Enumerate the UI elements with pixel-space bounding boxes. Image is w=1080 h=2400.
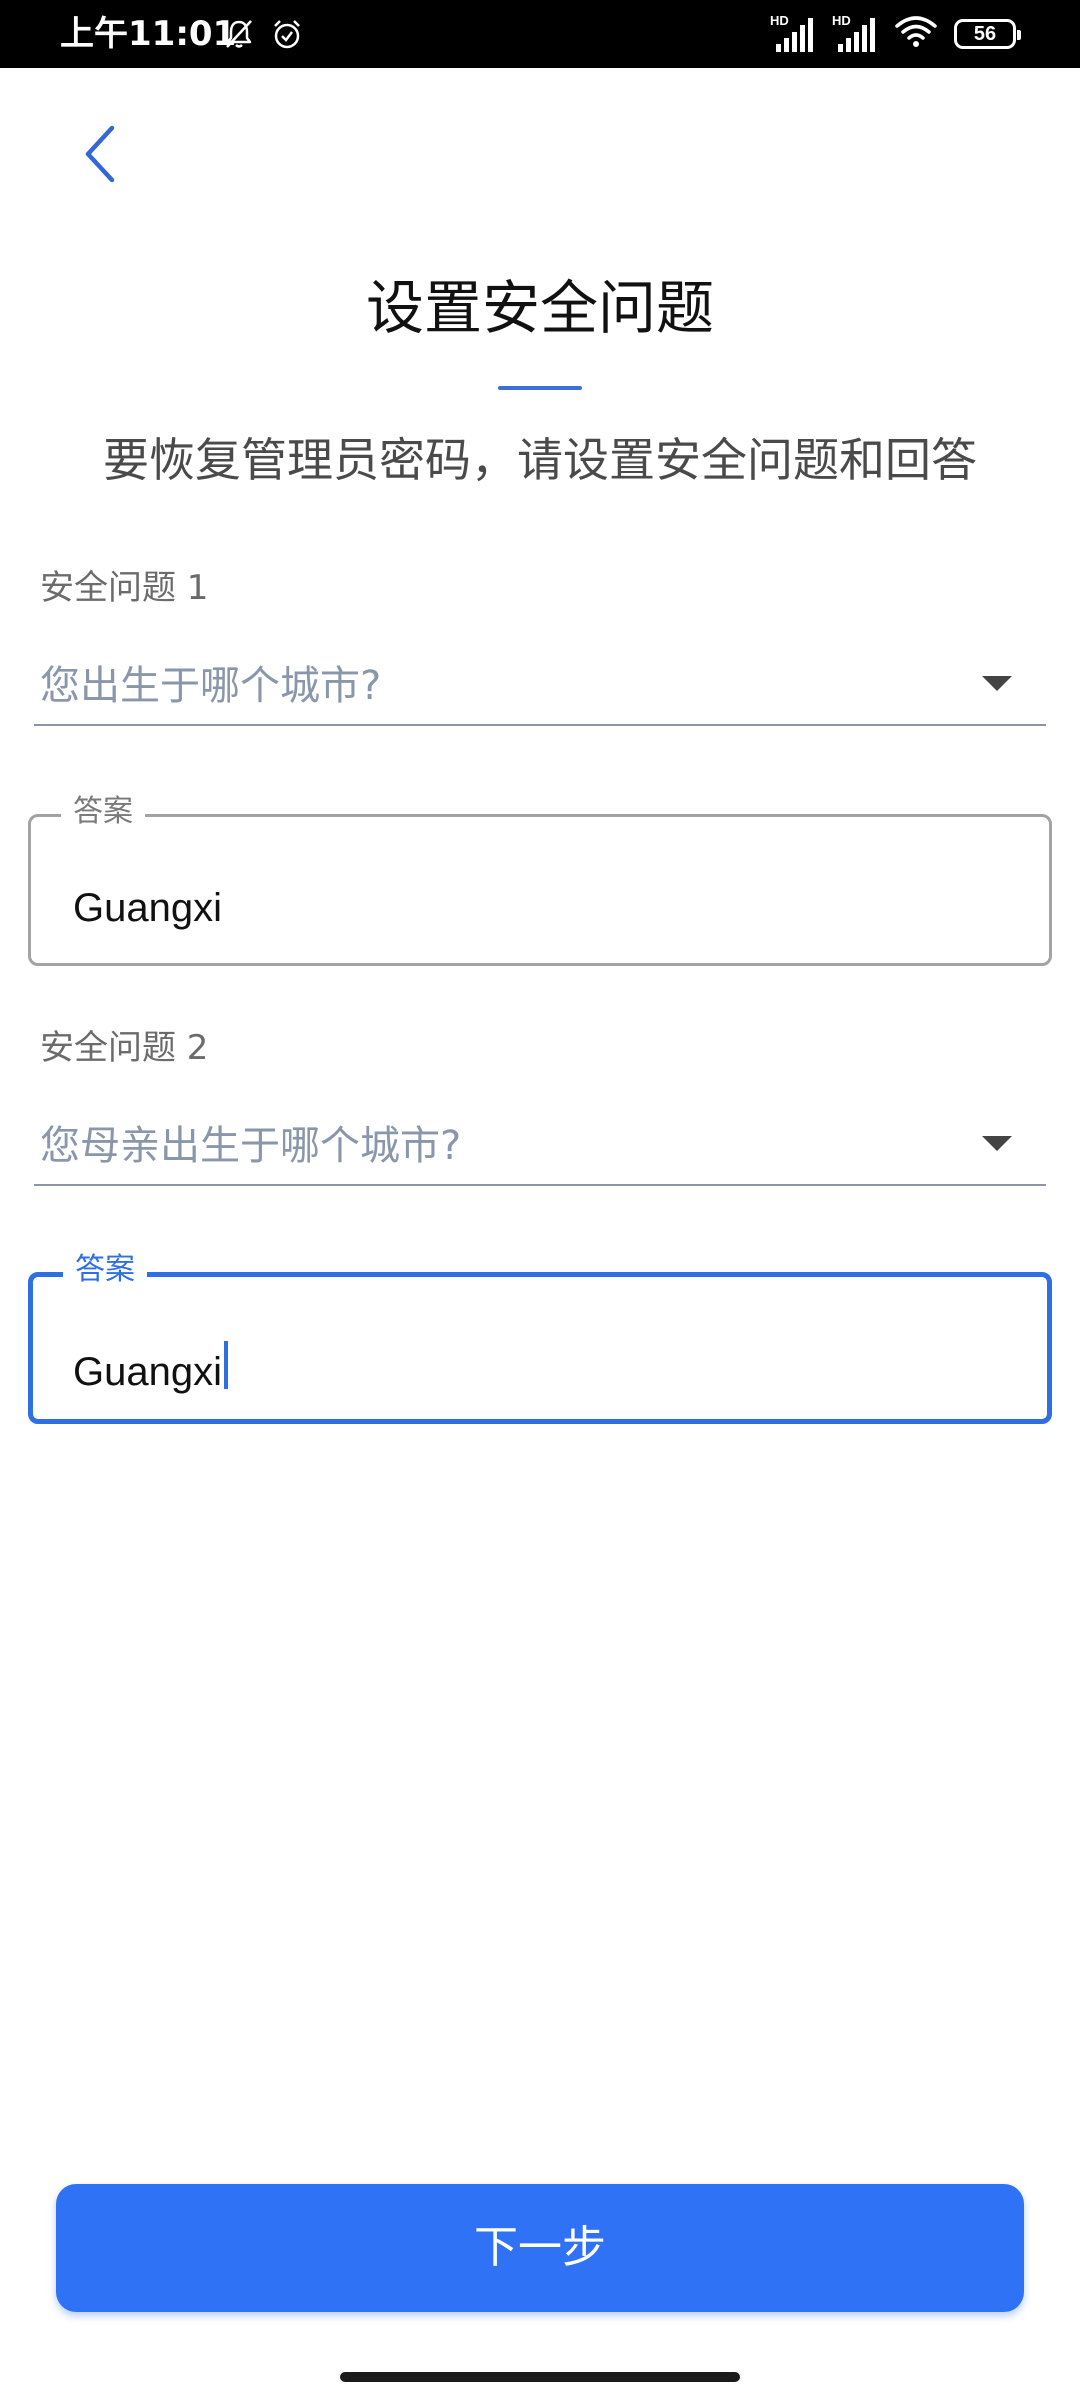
status-bar: 上午11:01 HD HD 56 bbox=[0, 0, 1080, 68]
signal-icon: HD bbox=[770, 14, 816, 54]
text-cursor bbox=[223, 1341, 228, 1389]
question2-select[interactable]: 您母亲出生于哪个城市? bbox=[34, 1106, 1046, 1186]
answer1-value: Guangxi bbox=[73, 886, 222, 930]
question1-select[interactable]: 您出生于哪个城市? bbox=[34, 646, 1046, 726]
answer2-value: Guangxi bbox=[73, 1350, 222, 1394]
question1-label: 安全问题 1 bbox=[40, 568, 209, 608]
answer1-label: 答案 bbox=[61, 791, 145, 833]
page-title: 设置安全问题 bbox=[365, 274, 714, 342]
battery-icon: 56 bbox=[954, 19, 1021, 49]
back-button[interactable] bbox=[66, 120, 138, 192]
page-subtitle: 要恢复管理员密码，请设置安全问题和回答 bbox=[103, 433, 977, 487]
home-indicator[interactable] bbox=[340, 2372, 740, 2382]
status-left-icons bbox=[222, 18, 304, 54]
status-right-icons: HD HD 56 bbox=[770, 14, 1021, 54]
answer2-value-wrap: Guangxi bbox=[73, 1341, 228, 1397]
answer2-label: 答案 bbox=[63, 1249, 147, 1291]
title-divider bbox=[498, 386, 582, 390]
status-time: 上午11:01 bbox=[60, 14, 237, 54]
answer1-field[interactable]: 答案 Guangxi bbox=[28, 791, 1052, 966]
battery-level: 56 bbox=[973, 23, 997, 45]
next-button[interactable]: 下一步 bbox=[56, 2184, 1024, 2312]
question2-label: 安全问题 2 bbox=[40, 1028, 209, 1068]
wifi-icon bbox=[894, 14, 938, 54]
chevron-left-icon bbox=[82, 124, 122, 188]
bell-off-icon bbox=[222, 17, 256, 55]
signal-icon: HD bbox=[832, 14, 878, 54]
alarm-icon bbox=[270, 17, 304, 55]
question2-value: 您母亲出生于哪个城市? bbox=[40, 1123, 462, 1169]
dropdown-arrow-icon bbox=[982, 1136, 1012, 1151]
question1-value: 您出生于哪个城市? bbox=[40, 663, 382, 709]
answer2-field[interactable]: 答案 Guangxi bbox=[28, 1249, 1052, 1424]
dropdown-arrow-icon bbox=[982, 676, 1012, 691]
